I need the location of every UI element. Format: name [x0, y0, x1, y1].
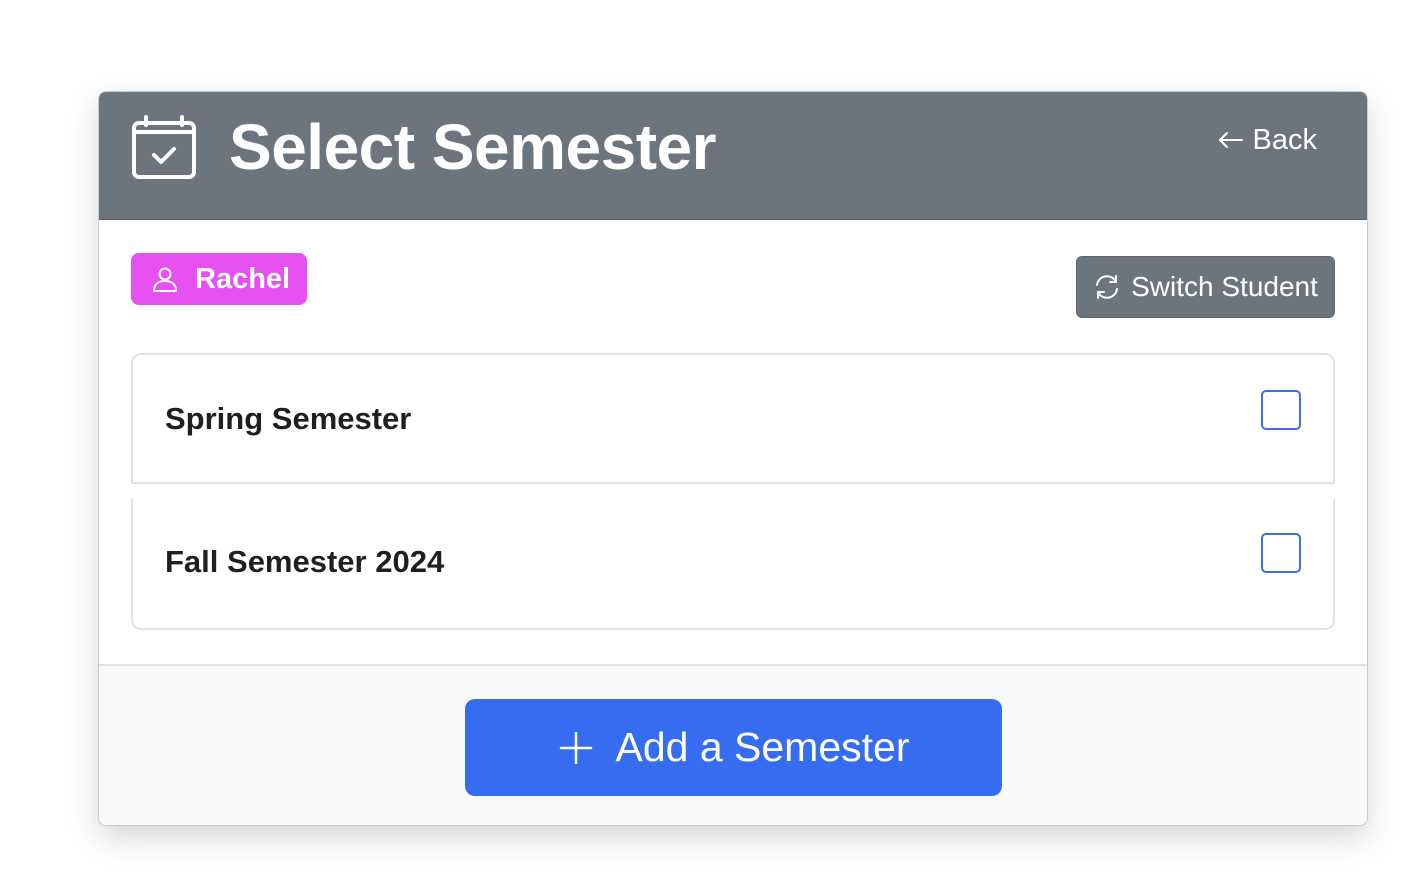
semester-checkbox[interactable]	[1261, 390, 1301, 430]
semester-label: Spring Semester	[165, 401, 412, 436]
semester-list: Spring Semester Fall Semester 2024	[131, 353, 1335, 630]
switch-student-button[interactable]: Switch Student	[1076, 256, 1335, 318]
semester-label: Fall Semester 2024	[165, 544, 445, 579]
select-semester-dialog: Select Semester Back Rachel Switch Stude…	[98, 91, 1368, 826]
arrow-left-icon	[1218, 132, 1243, 148]
add-semester-label: Add a Semester	[615, 724, 910, 770]
student-name: Rachel	[195, 262, 291, 295]
switch-student-label: Switch Student	[1131, 271, 1318, 302]
semester-item-fall-2024[interactable]: Fall Semester 2024	[131, 499, 1335, 630]
refresh-icon	[1096, 275, 1119, 299]
calendar-check-icon	[132, 115, 196, 179]
semester-item-spring[interactable]: Spring Semester	[131, 353, 1335, 484]
plus-icon	[559, 731, 592, 764]
student-badge: Rachel	[131, 253, 307, 305]
back-label: Back	[1252, 123, 1317, 156]
semester-checkbox[interactable]	[1261, 533, 1301, 573]
dialog-footer: Add a Semester	[99, 664, 1367, 825]
dialog-header: Select Semester Back	[99, 92, 1367, 220]
add-semester-button[interactable]: Add a Semester	[465, 699, 1002, 796]
page-title: Select Semester	[229, 111, 717, 183]
back-button[interactable]: Back	[1217, 122, 1317, 158]
person-icon	[152, 267, 178, 292]
dialog-body: Rachel Switch Student Spring Semester Fa…	[99, 220, 1367, 664]
